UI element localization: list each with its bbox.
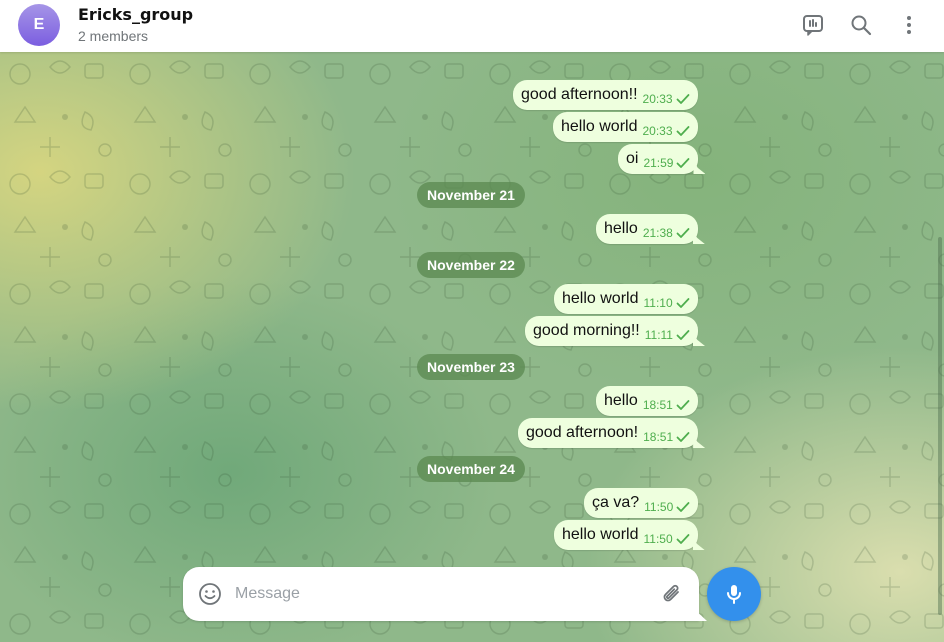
- paperclip-icon[interactable]: [659, 581, 685, 607]
- message-text: ça va?: [592, 494, 640, 511]
- message-meta: 11:50: [644, 500, 690, 514]
- chat-area[interactable]: [0, 52, 944, 642]
- message-input[interactable]: [235, 579, 635, 609]
- message-bubble[interactable]: hello 18:51: [596, 386, 698, 416]
- sent-check-icon: [676, 94, 689, 104]
- wallpaper-pattern: [0, 52, 944, 642]
- message-bubble[interactable]: hello 21:38: [596, 214, 698, 244]
- message-text: hello world: [561, 118, 638, 135]
- message-meta: 20:33: [642, 124, 689, 138]
- microphone-icon: [727, 585, 741, 604]
- voice-record-button[interactable]: [707, 567, 761, 621]
- member-count: 2 members: [78, 28, 149, 44]
- sent-check-icon: [676, 228, 690, 238]
- message-text: hello: [604, 220, 638, 237]
- message-composer: [183, 567, 699, 621]
- message-time: 11:50: [643, 532, 673, 546]
- message-text: hello world: [562, 290, 639, 307]
- message-time: 18:51: [642, 398, 673, 412]
- sent-check-icon: [676, 400, 690, 410]
- message-time: 11:10: [643, 296, 673, 310]
- message-meta: 11:11: [645, 328, 690, 342]
- avatar[interactable]: E: [18, 4, 60, 46]
- message-time: 11:11: [644, 328, 673, 342]
- message-time: 21:38: [642, 226, 673, 240]
- sent-check-icon: [676, 330, 690, 340]
- message-text: good morning!!: [533, 322, 640, 339]
- message-bubble[interactable]: hello world 20:33: [553, 112, 698, 142]
- scrollbar[interactable]: [938, 237, 942, 615]
- message-text: oi: [626, 150, 639, 167]
- message-text: good afternoon!!: [521, 86, 638, 103]
- message-bubble[interactable]: oi 21:59: [618, 144, 699, 174]
- message-meta: 11:10: [643, 296, 690, 310]
- sent-check-icon: [676, 432, 690, 442]
- avatar-letter: E: [33, 16, 45, 33]
- message-meta: 20:33: [643, 92, 690, 106]
- date-separator: November 23: [417, 354, 525, 380]
- message-meta: 11:50: [643, 532, 690, 546]
- chat-header: E Ericks_group 2 members: [0, 0, 944, 52]
- more-vertical-icon[interactable]: [896, 12, 922, 38]
- message-bubble[interactable]: good afternoon!! 20:33: [513, 80, 698, 110]
- message-text: hello world: [562, 526, 639, 543]
- message-bubble[interactable]: hello world 11:10: [554, 284, 698, 314]
- message-meta: 21:38: [643, 226, 690, 240]
- date-separator: November 22: [417, 252, 525, 278]
- message-time: 18:51: [643, 430, 674, 444]
- message-time: 20:33: [642, 92, 673, 106]
- search-icon[interactable]: [848, 12, 874, 38]
- sent-check-icon: [676, 502, 690, 512]
- message-bubble[interactable]: good afternoon! 18:51: [518, 418, 699, 448]
- message-time: 11:50: [644, 500, 674, 514]
- date-separator: November 24: [417, 456, 525, 482]
- chat-info[interactable]: Ericks_group 2 members: [78, 6, 193, 45]
- sent-check-icon: [677, 158, 690, 168]
- sent-check-icon: [676, 298, 690, 308]
- emoji-icon[interactable]: [197, 581, 223, 607]
- message-time: 20:33: [642, 124, 673, 138]
- message-bubble[interactable]: good morning!! 11:11: [525, 316, 698, 346]
- message-meta: 18:51: [643, 430, 690, 444]
- chat-title: Ericks_group: [78, 5, 194, 24]
- poll-icon[interactable]: [800, 12, 826, 38]
- sent-check-icon: [676, 534, 690, 544]
- date-separator: November 21: [417, 182, 525, 208]
- message-bubble[interactable]: ça va? 11:50: [584, 488, 699, 518]
- message-text: hello: [604, 392, 638, 409]
- message-time: 21:59: [643, 156, 674, 170]
- sent-check-icon: [676, 126, 689, 136]
- message-bubble[interactable]: hello world 11:50: [554, 520, 698, 550]
- message-text: good afternoon!: [526, 424, 639, 441]
- message-meta: 18:51: [643, 398, 690, 412]
- message-meta: 21:59: [643, 156, 690, 170]
